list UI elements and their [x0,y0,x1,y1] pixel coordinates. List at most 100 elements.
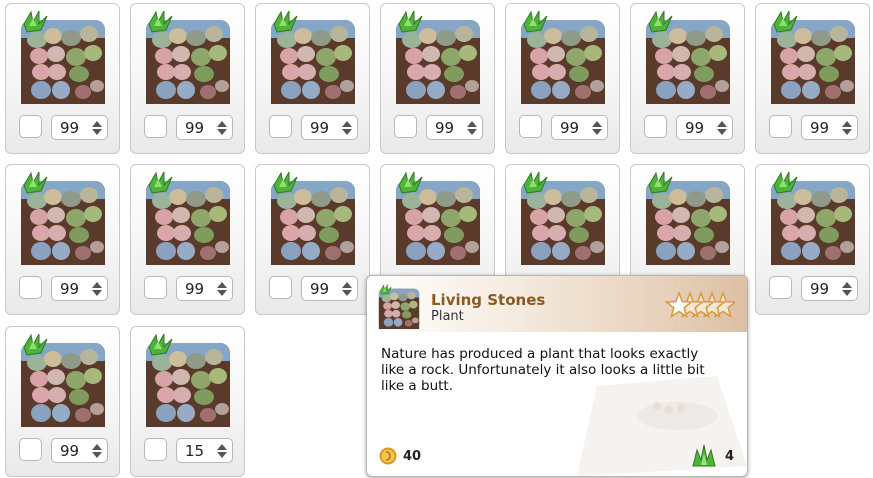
select-checkbox[interactable] [269,276,292,299]
item-category: Plant [431,309,464,324]
item-controls: 99 [394,115,486,141]
quantity-value: 99 [185,119,205,137]
select-checkbox[interactable] [19,276,42,299]
item-controls: 99 [644,115,736,141]
living-stones-plant-icon [644,171,732,267]
quantity-stepper[interactable]: 99 [51,438,108,463]
spinner-arrows-icon[interactable] [216,281,228,297]
inventory-item-card[interactable]: 99 [5,164,120,315]
item-description: Nature has produced a plant that looks e… [381,346,705,394]
quantity-stepper[interactable]: 99 [51,276,108,301]
inventory-item-card[interactable]: 15 [130,326,245,477]
item-title: Living Stones [431,291,546,309]
inventory-item-card[interactable]: 99 [755,164,870,315]
spinner-arrows-icon[interactable] [91,443,103,459]
quantity-value: 99 [810,119,830,137]
quantity-value: 99 [310,119,330,137]
inventory-item-card[interactable]: 99 [5,3,120,154]
select-checkbox[interactable] [269,115,292,138]
quantity-value: 99 [560,119,580,137]
quantity-value: 99 [685,119,705,137]
living-stones-plant-icon [144,333,232,429]
select-checkbox[interactable] [519,115,542,138]
quantity-value: 15 [185,442,205,460]
spinner-arrows-icon[interactable] [466,120,478,136]
select-checkbox[interactable] [144,438,167,461]
item-controls: 99 [769,276,861,302]
inventory-item-card[interactable]: 99 [130,3,245,154]
spinner-arrows-icon[interactable] [216,120,228,136]
item-controls: 99 [19,438,111,464]
quantity-value: 99 [810,280,830,298]
living-stones-plant-icon [19,333,107,429]
living-stones-plant-icon [269,10,357,106]
inventory-item-card[interactable]: 99 [255,164,370,315]
quantity-stepper[interactable]: 99 [426,115,483,140]
living-stones-plant-icon [377,284,421,330]
inventory-item-card[interactable]: 99 [130,164,245,315]
living-stones-plant-icon [769,171,857,267]
quantity-stepper[interactable]: 99 [176,276,233,301]
select-checkbox[interactable] [769,115,792,138]
spinner-arrows-icon[interactable] [591,120,603,136]
inventory-item-card[interactable]: 99 [755,3,870,154]
item-controls: 15 [144,438,236,464]
star-rating [665,290,735,319]
item-controls: 99 [144,115,236,141]
quantity-value: 99 [60,280,80,298]
select-checkbox[interactable] [19,115,42,138]
quantity-stepper[interactable]: 99 [301,115,358,140]
quantity-value: 99 [60,119,80,137]
item-controls: 99 [769,115,861,141]
quantity-stepper[interactable]: 99 [176,115,233,140]
inventory-item-card[interactable]: 99 [630,3,745,154]
living-stones-plant-icon [144,171,232,267]
select-checkbox[interactable] [644,115,667,138]
quantity-stepper[interactable]: 99 [301,276,358,301]
living-stones-plant-icon [269,171,357,267]
quantity-stepper[interactable]: 99 [801,115,858,140]
inventory-item-card[interactable]: 99 [5,326,120,477]
quantity-stepper[interactable]: 99 [551,115,608,140]
quantity-stepper[interactable]: 99 [51,115,108,140]
inventory-item-card[interactable]: 99 [255,3,370,154]
gem-value: 4 [725,449,735,464]
spinner-arrows-icon[interactable] [841,281,853,297]
living-stones-plant-icon [519,171,607,267]
quantity-stepper[interactable]: 99 [676,115,733,140]
item-controls: 99 [19,276,111,302]
select-checkbox[interactable] [144,276,167,299]
item-controls: 99 [19,115,111,141]
quantity-value: 99 [185,280,205,298]
quantity-value: 99 [435,119,455,137]
select-checkbox[interactable] [19,438,42,461]
spinner-arrows-icon[interactable] [341,281,353,297]
spinner-arrows-icon[interactable] [341,120,353,136]
green-leaf-icon [692,444,716,467]
select-checkbox[interactable] [769,276,792,299]
inventory-item-card[interactable]: 99 [380,3,495,154]
spinner-arrows-icon[interactable] [716,120,728,136]
quantity-stepper[interactable]: 15 [176,438,233,463]
quantity-value: 99 [60,442,80,460]
living-stones-plant-icon [519,10,607,106]
item-controls: 99 [269,276,361,302]
living-stones-plant-icon [19,171,107,267]
living-stones-plant-icon [144,10,232,106]
quantity-stepper[interactable]: 99 [801,276,858,301]
living-stones-plant-icon [769,10,857,106]
select-checkbox[interactable] [144,115,167,138]
spinner-arrows-icon[interactable] [91,120,103,136]
coin-value: 40 [403,449,422,464]
spinner-arrows-icon[interactable] [841,120,853,136]
select-checkbox[interactable] [394,115,417,138]
gold-coin-icon [379,447,397,465]
living-stones-plant-icon [644,10,732,106]
living-stones-plant-icon [394,171,482,267]
spinner-arrows-icon[interactable] [91,281,103,297]
quantity-value: 99 [310,280,330,298]
spinner-arrows-icon[interactable] [216,443,228,459]
living-stones-plant-icon [19,10,107,106]
inventory-item-card[interactable]: 99 [505,3,620,154]
item-tooltip: Living Stones Plant Nature has produced … [366,275,748,477]
